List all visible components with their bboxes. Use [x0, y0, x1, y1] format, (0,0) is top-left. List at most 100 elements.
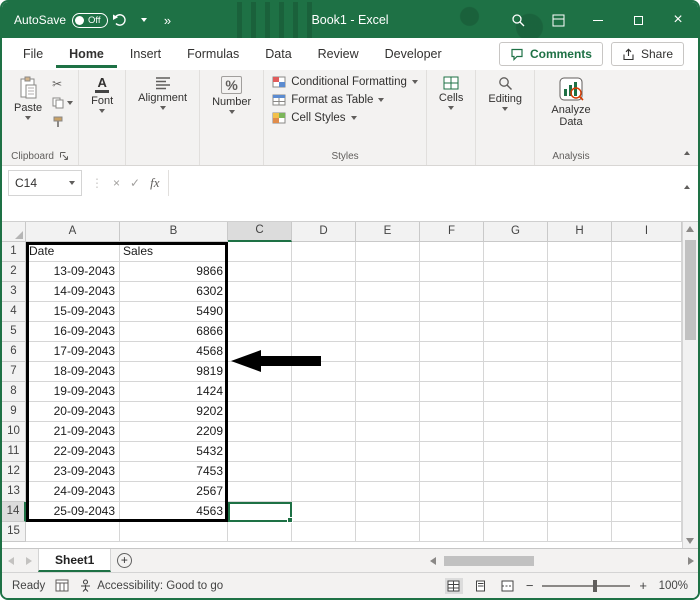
cell-I7[interactable]	[612, 362, 682, 382]
cell-G10[interactable]	[484, 422, 548, 442]
cell-D15[interactable]	[292, 522, 356, 542]
cell-E5[interactable]	[356, 322, 420, 342]
cell-H13[interactable]	[548, 482, 612, 502]
cell-B6[interactable]: 4568	[120, 342, 228, 362]
cell-G13[interactable]	[484, 482, 548, 502]
cell-I12[interactable]	[612, 462, 682, 482]
cell-H2[interactable]	[548, 262, 612, 282]
cell-F1[interactable]	[420, 242, 484, 262]
row-header-3[interactable]: 3	[2, 282, 26, 302]
tab-file[interactable]: File	[10, 40, 56, 68]
cell-C12[interactable]	[228, 462, 292, 482]
row-header-5[interactable]: 5	[2, 322, 26, 342]
cell-E2[interactable]	[356, 262, 420, 282]
zoom-slider-thumb[interactable]	[593, 579, 598, 592]
cell-E3[interactable]	[356, 282, 420, 302]
cell-F7[interactable]	[420, 362, 484, 382]
row-header-13[interactable]: 13	[2, 482, 26, 502]
row-header-6[interactable]: 6	[2, 342, 26, 362]
cell-A3[interactable]: 14-09-2043	[26, 282, 120, 302]
cell-E8[interactable]	[356, 382, 420, 402]
cell-I3[interactable]	[612, 282, 682, 302]
sheet-nav-right-button[interactable]	[20, 549, 38, 572]
cell-C10[interactable]	[228, 422, 292, 442]
collapse-ribbon-button[interactable]	[684, 142, 690, 160]
fill-handle[interactable]	[287, 517, 293, 523]
horizontal-scroll-thumb[interactable]	[444, 555, 534, 566]
cell-B13[interactable]: 2567	[120, 482, 228, 502]
cell-A4[interactable]: 15-09-2043	[26, 302, 120, 322]
select-all-corner[interactable]	[2, 222, 26, 242]
cell-H14[interactable]	[548, 502, 612, 522]
vertical-scroll-thumb[interactable]	[685, 240, 696, 340]
cell-I13[interactable]	[612, 482, 682, 502]
cell-H6[interactable]	[548, 342, 612, 362]
name-box[interactable]: C14	[8, 170, 82, 196]
scroll-right-icon[interactable]	[688, 556, 694, 565]
cell-B2[interactable]: 9866	[120, 262, 228, 282]
cell-A6[interactable]: 17-09-2043	[26, 342, 120, 362]
row-header-10[interactable]: 10	[2, 422, 26, 442]
row-header-1[interactable]: 1	[2, 242, 26, 262]
cell-B1[interactable]: Sales	[120, 242, 228, 262]
scroll-down-icon[interactable]	[686, 538, 694, 544]
cell-I10[interactable]	[612, 422, 682, 442]
autosave-toggle[interactable]: AutoSave Off	[14, 12, 108, 28]
cell-I2[interactable]	[612, 262, 682, 282]
number-menu-button[interactable]: % Number	[205, 73, 258, 117]
cell-C2[interactable]	[228, 262, 292, 282]
cell-H9[interactable]	[548, 402, 612, 422]
cell-A9[interactable]: 20-09-2043	[26, 402, 120, 422]
enter-entry-button[interactable]: ✓	[130, 176, 140, 190]
cell-G9[interactable]	[484, 402, 548, 422]
row-header-2[interactable]: 2	[2, 262, 26, 282]
column-header-I[interactable]: I	[612, 222, 682, 242]
cell-D12[interactable]	[292, 462, 356, 482]
cell-A1[interactable]: Date	[26, 242, 120, 262]
share-button[interactable]: Share	[610, 42, 684, 66]
editing-menu-button[interactable]: Editing	[481, 73, 529, 114]
cut-button[interactable]: ✂	[52, 77, 73, 91]
row-header-11[interactable]: 11	[2, 442, 26, 462]
cell-H8[interactable]	[548, 382, 612, 402]
cell-B11[interactable]: 5432	[120, 442, 228, 462]
cell-F10[interactable]	[420, 422, 484, 442]
horizontal-scrollbar[interactable]	[426, 549, 698, 572]
sheet-nav-left-button[interactable]	[2, 549, 20, 572]
cell-C6[interactable]	[228, 342, 292, 362]
cell-D10[interactable]	[292, 422, 356, 442]
cell-C13[interactable]	[228, 482, 292, 502]
close-button[interactable]: ×	[658, 2, 698, 38]
cell-A14[interactable]: 25-09-2043	[26, 502, 120, 522]
quick-access-more-button[interactable]: »	[156, 6, 180, 34]
cell-B5[interactable]: 6866	[120, 322, 228, 342]
column-header-F[interactable]: F	[420, 222, 484, 242]
cell-H10[interactable]	[548, 422, 612, 442]
cell-I9[interactable]	[612, 402, 682, 422]
cell-B12[interactable]: 7453	[120, 462, 228, 482]
cell-B3[interactable]: 6302	[120, 282, 228, 302]
cell-A13[interactable]: 24-09-2043	[26, 482, 120, 502]
cell-G15[interactable]	[484, 522, 548, 542]
cell-A2[interactable]: 13-09-2043	[26, 262, 120, 282]
cell-H4[interactable]	[548, 302, 612, 322]
cell-D4[interactable]	[292, 302, 356, 322]
cell-I4[interactable]	[612, 302, 682, 322]
cancel-entry-button[interactable]: ×	[113, 176, 120, 190]
format-painter-button[interactable]	[52, 115, 73, 129]
vertical-scrollbar[interactable]	[682, 222, 698, 548]
cell-F14[interactable]	[420, 502, 484, 522]
cell-F3[interactable]	[420, 282, 484, 302]
cell-I5[interactable]	[612, 322, 682, 342]
cell-G2[interactable]	[484, 262, 548, 282]
cell-B9[interactable]: 9202	[120, 402, 228, 422]
cell-C4[interactable]	[228, 302, 292, 322]
row-header-15[interactable]: 15	[2, 522, 26, 542]
zoom-in-button[interactable]: +	[639, 578, 647, 593]
row-header-9[interactable]: 9	[2, 402, 26, 422]
column-header-H[interactable]: H	[548, 222, 612, 242]
zoom-level[interactable]: 100%	[656, 580, 688, 592]
tab-developer[interactable]: Developer	[372, 40, 455, 68]
cell-D11[interactable]	[292, 442, 356, 462]
row-header-12[interactable]: 12	[2, 462, 26, 482]
